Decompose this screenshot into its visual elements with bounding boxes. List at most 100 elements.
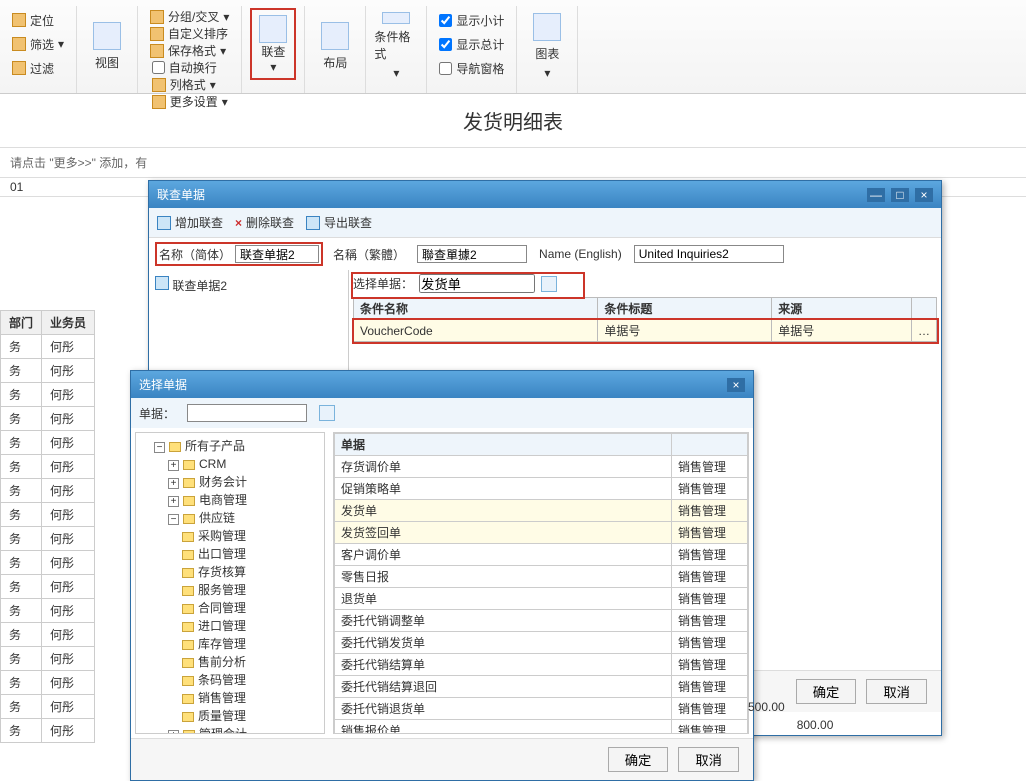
maximize-icon[interactable]: □ xyxy=(891,188,909,202)
tree-item[interactable]: 售前分析 xyxy=(182,653,320,671)
dlg2-search-icon[interactable] xyxy=(319,405,335,421)
lianzha-btn[interactable]: 联查▾ xyxy=(250,8,296,80)
list-item[interactable]: 委托代销结算单销售管理 xyxy=(335,654,748,676)
doc-list[interactable]: 单据 存货调价单销售管理促销策略单销售管理发货单销售管理发货签回单销售管理客户调… xyxy=(333,432,749,734)
tree-item[interactable]: +CRM xyxy=(168,455,320,473)
table-cell: 何彤 xyxy=(42,407,95,431)
table-cell: 务 xyxy=(1,455,42,479)
cond-h3: 来源 xyxy=(772,298,912,320)
dlg2-search-input[interactable] xyxy=(187,404,307,422)
tree-item[interactable]: +财务会计 xyxy=(168,473,320,491)
list-item[interactable]: 销售报价单销售管理 xyxy=(335,720,748,735)
col-dept: 部门 xyxy=(1,311,42,335)
tree-item[interactable]: 销售管理 xyxy=(182,689,320,707)
tree-item[interactable]: 采购管理 xyxy=(182,527,320,545)
del-lianzha-btn[interactable]: ×删除联查 xyxy=(235,214,294,231)
tree-item[interactable]: 存货核算 xyxy=(182,563,320,581)
cond-v3[interactable]: 单据号 xyxy=(772,320,912,342)
value-cells: 500.00 800.00 xyxy=(748,700,833,732)
table-cell: 何彤 xyxy=(42,695,95,719)
condition-table: 条件名称 条件标题 来源 VoucherCode 单据号 单据号 … xyxy=(353,297,937,342)
lbl-name-s: 名称（简体） xyxy=(159,246,231,263)
more-settings-btn[interactable]: 更多设置 ▾ xyxy=(152,93,228,110)
list-item[interactable]: 委托代销调整单销售管理 xyxy=(335,610,748,632)
table-cell: 何彤 xyxy=(42,575,95,599)
table-cell: 何彤 xyxy=(42,431,95,455)
list-item[interactable]: 发货签回单销售管理 xyxy=(335,522,748,544)
dlg2-ok-button[interactable]: 确定 xyxy=(608,747,669,772)
table-cell: 何彤 xyxy=(42,623,95,647)
table-cell: 务 xyxy=(1,671,42,695)
table-cell: 务 xyxy=(1,575,42,599)
total-cb[interactable]: 显示总计 xyxy=(439,36,504,53)
cond-more[interactable]: … xyxy=(912,320,937,342)
cond-v1[interactable]: VoucherCode xyxy=(354,320,598,342)
name-t-input[interactable] xyxy=(417,245,527,263)
list-item[interactable]: 委托代销退货单销售管理 xyxy=(335,698,748,720)
view-btn[interactable]: 视图 xyxy=(85,8,129,80)
subtotal-cb[interactable]: 显示小计 xyxy=(439,12,504,29)
chart-btn[interactable]: 图表▾ xyxy=(525,8,569,80)
table-cell: 务 xyxy=(1,383,42,407)
tree-item[interactable]: 库存管理 xyxy=(182,635,320,653)
table-cell: 何彤 xyxy=(42,527,95,551)
name-s-input[interactable] xyxy=(235,245,319,263)
tree-item[interactable]: +电商管理 xyxy=(168,491,320,509)
tree-item[interactable]: 合同管理 xyxy=(182,599,320,617)
minimize-icon[interactable]: — xyxy=(867,188,885,202)
add-lianzha-btn[interactable]: 增加联查 xyxy=(157,214,223,231)
locate-btn[interactable]: 定位 xyxy=(12,12,64,29)
tree-item[interactable]: 条码管理 xyxy=(182,671,320,689)
tree-item[interactable]: 进口管理 xyxy=(182,617,320,635)
table-cell: 何彤 xyxy=(42,335,95,359)
close-icon[interactable]: × xyxy=(915,188,933,202)
tree-root[interactable]: 联查单据2 xyxy=(172,279,227,293)
table-cell: 务 xyxy=(1,503,42,527)
custom-sort-btn[interactable]: 自定义排序 xyxy=(150,25,229,42)
cond-format-btn[interactable]: 条件格式▾ xyxy=(374,8,418,80)
table-cell: 务 xyxy=(1,647,42,671)
list-item[interactable]: 客户调价单销售管理 xyxy=(335,544,748,566)
product-tree[interactable]: −所有子产品 +CRM+财务会计+电商管理−供应链采购管理出口管理存货核算服务管… xyxy=(135,432,325,734)
screen-btn[interactable]: 过滤 xyxy=(12,60,64,77)
cond-v2[interactable]: 单据号 xyxy=(598,320,772,342)
lbl-name-t: 名稱（繁體） xyxy=(333,246,405,263)
select-doc-input[interactable] xyxy=(419,274,535,293)
list-item[interactable]: 退货单销售管理 xyxy=(335,588,748,610)
autowrap-cb[interactable]: 自动换行 xyxy=(152,59,228,76)
cond-h1: 条件名称 xyxy=(354,298,598,320)
list-item[interactable]: 委托代销发货单销售管理 xyxy=(335,632,748,654)
table-cell: 务 xyxy=(1,551,42,575)
layout-btn[interactable]: 布局 xyxy=(313,8,357,80)
table-cell: 务 xyxy=(1,407,42,431)
dlg2-cancel-button[interactable]: 取消 xyxy=(678,747,739,772)
hint-row: 请点击 "更多>>" 添加，有 xyxy=(0,148,1026,178)
table-cell: 务 xyxy=(1,335,42,359)
dlg1-cancel-button[interactable]: 取消 xyxy=(866,679,927,704)
ribbon: 定位 筛选 ▾ 过滤 视图 分组/交叉 ▾ 自定义排序 保存格式 ▾ 自动换行 … xyxy=(0,0,1026,94)
lookup-icon[interactable] xyxy=(541,276,557,292)
table-cell: 务 xyxy=(1,479,42,503)
tree-item[interactable]: 服务管理 xyxy=(182,581,320,599)
tree-item[interactable]: 质量管理 xyxy=(182,707,320,725)
col-format-btn[interactable]: 列格式 ▾ xyxy=(152,76,228,93)
list-item[interactable]: 促销策略单销售管理 xyxy=(335,478,748,500)
cond-h2: 条件标题 xyxy=(598,298,772,320)
navpane-cb[interactable]: 导航窗格 xyxy=(439,60,504,77)
list-item[interactable]: 委托代销结算退回销售管理 xyxy=(335,676,748,698)
name-e-input[interactable] xyxy=(634,245,784,263)
tree-item[interactable]: −供应链采购管理出口管理存货核算服务管理合同管理进口管理库存管理售前分析条码管理… xyxy=(168,509,320,725)
dlg2-close-icon[interactable]: × xyxy=(727,378,745,392)
tree-item[interactable]: +管理会计 xyxy=(168,725,320,734)
doc-col1: 单据 xyxy=(335,434,672,456)
filter-btn[interactable]: 筛选 ▾ xyxy=(12,36,64,53)
tree-item[interactable]: 出口管理 xyxy=(182,545,320,563)
list-item[interactable]: 发货单销售管理 xyxy=(335,500,748,522)
group-cross-btn[interactable]: 分组/交叉 ▾ xyxy=(150,8,229,25)
list-item[interactable]: 零售日报销售管理 xyxy=(335,566,748,588)
exp-lianzha-btn[interactable]: 导出联查 xyxy=(306,214,372,231)
table-cell: 务 xyxy=(1,599,42,623)
table-cell: 务 xyxy=(1,623,42,647)
save-format-btn[interactable]: 保存格式 ▾ xyxy=(150,42,229,59)
list-item[interactable]: 存货调价单销售管理 xyxy=(335,456,748,478)
